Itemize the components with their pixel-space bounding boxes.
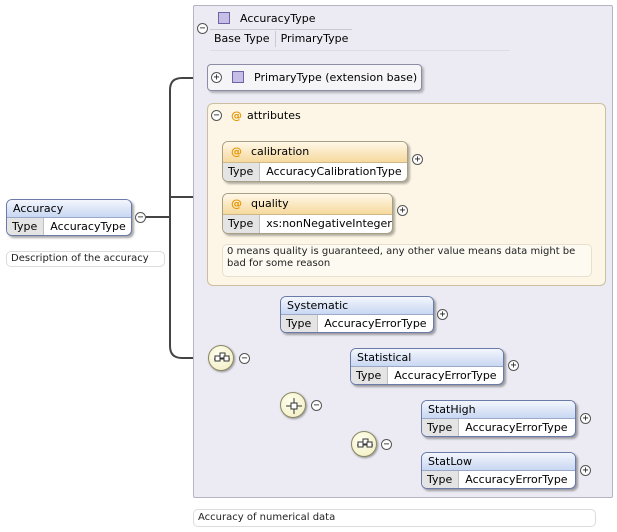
element-type-row: Type AccuracyErrorType [422,471,575,488]
attribute-at-icon: @ [231,197,242,210]
base-type-divider [210,50,510,51]
expand-icon[interactable]: + [580,465,591,476]
element-statistical[interactable]: Statistical Type AccuracyErrorType [350,348,504,385]
attribute-at-icon: @ [231,145,242,158]
complex-type-name: AccuracyType [240,12,316,25]
sequence-compositor-icon[interactable] [351,431,377,457]
expand-icon[interactable]: + [580,413,591,424]
collapse-icon[interactable]: − [311,400,322,411]
type-key: Type [223,215,261,233]
root-documentation: Description of the accuracy [6,251,165,267]
collapse-icon[interactable]: − [239,353,250,364]
type-value: xs:nonNegativeInteger [266,217,392,230]
base-type-label: Base Type [210,31,276,47]
attribute-quality[interactable]: @ quality Type xs:nonNegativeInteger [222,193,393,234]
collapse-icon[interactable]: − [211,110,222,121]
type-key: Type [281,315,319,332]
extension-base-box[interactable]: + PrimaryType (extension base) [207,64,422,91]
attribute-type-row: Type AccuracyCalibrationType [223,163,407,181]
attribute-type-row: Type xs:nonNegativeInteger [223,215,392,233]
type-value: AccuracyType [50,220,126,233]
choice-symbol [286,398,302,414]
element-name: StatHigh [422,401,575,419]
type-value: AccuracyCalibrationType [266,165,402,178]
element-type-row: Type AccuracyErrorType [422,419,575,436]
extension-type-icon [232,71,244,83]
complex-type-icon [218,12,230,24]
extension-base-label: PrimaryType (extension base) [254,71,418,84]
expand-icon[interactable]: + [508,360,519,371]
type-value: AccuracyErrorType [465,473,568,486]
root-element-type-row: Type AccuracyType [7,218,131,235]
element-type-row: Type AccuracyErrorType [351,367,503,384]
complex-type-documentation: Accuracy of numerical data [193,509,596,527]
choice-compositor-icon[interactable] [280,392,306,418]
base-type-value: PrimaryType [280,32,349,45]
type-key: Type [223,163,261,181]
expand-icon[interactable]: + [211,72,222,83]
type-value: AccuracyErrorType [394,369,497,382]
expand-icon[interactable]: + [412,154,423,165]
element-name: Systematic [281,297,433,315]
element-systematic[interactable]: Systematic Type AccuracyErrorType [280,296,434,333]
collapse-icon[interactable]: − [197,23,208,34]
sequence-symbol [357,438,373,448]
type-key: Type [7,218,45,235]
element-name: Statistical [351,349,503,367]
sequence-compositor-icon[interactable] [208,345,234,371]
type-key: Type [422,471,460,488]
expand-icon[interactable]: + [437,309,448,320]
collapse-icon[interactable]: − [135,212,146,223]
attribute-name-text: calibration [251,145,310,158]
attributes-at-icon: @ [231,109,242,122]
element-statlow[interactable]: StatLow Type AccuracyErrorType [421,452,576,489]
element-type-row: Type AccuracyErrorType [281,315,433,332]
element-stathigh[interactable]: StatHigh Type AccuracyErrorType [421,400,576,437]
type-key: Type [422,419,460,436]
sequence-symbol [214,352,230,362]
type-key: Type [351,367,389,384]
root-element[interactable]: Accuracy Type AccuracyType [6,199,132,236]
attribute-name: @ quality [223,194,392,215]
expand-icon[interactable]: + [397,205,408,216]
type-value: AccuracyErrorType [465,421,568,434]
attribute-calibration[interactable]: @ calibration Type AccuracyCalibrationTyp… [222,141,408,182]
type-value: AccuracyErrorType [324,317,427,330]
element-name: StatLow [422,453,575,471]
collapse-icon[interactable]: − [381,439,392,450]
quality-documentation: 0 means quality is guaranteed, any other… [222,244,592,277]
attribute-name-text: quality [251,197,289,210]
root-element-name: Accuracy [7,200,131,218]
complex-type-underline [210,29,352,30]
attribute-name: @ calibration [223,142,407,163]
base-type-row: Base Type PrimaryType [210,31,348,47]
attributes-label: attributes [247,109,301,122]
